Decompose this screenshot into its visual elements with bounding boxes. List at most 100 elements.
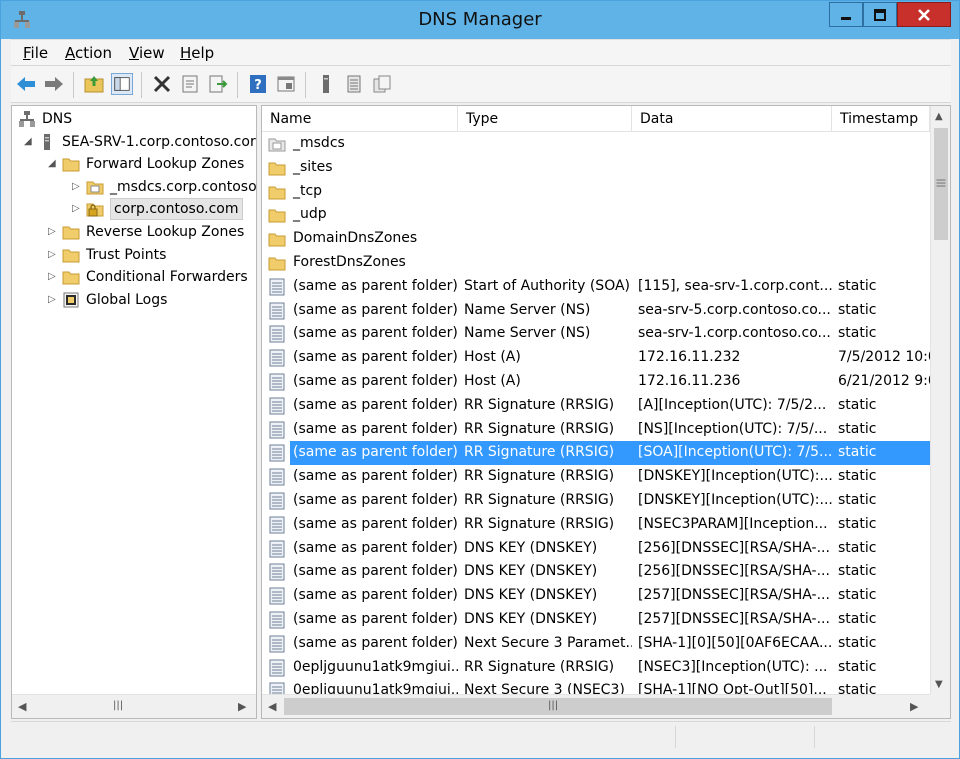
forward-icon[interactable] [43,73,65,95]
table-row[interactable]: DomainDnsZones [262,227,930,251]
tree-node-label[interactable]: DNS [42,108,72,130]
table-row[interactable]: (same as parent folder) DNS KEY (DNSKEY) [… [262,584,930,608]
list-hscrollbar[interactable]: ◀ ||| ▶ [262,694,930,718]
menu-action[interactable]: Action [65,44,112,62]
expand-arrow-icon[interactable]: ▷ [72,198,82,220]
copy-icon[interactable] [371,73,393,95]
cell-name: _udp [268,203,458,227]
menu-view[interactable]: View [129,44,165,62]
table-row[interactable]: (same as parent folder) RR Signature (RRS… [262,418,930,442]
console-tree[interactable]: DNS ◢ SEA-SRV-1.corp.contoso.cor ◢ Forward L… [11,105,257,719]
table-row[interactable]: _tcp [262,180,930,204]
tree-node[interactable]: ▷ Trust Points [12,244,256,266]
tree-node[interactable]: ▷ Conditional Forwarders [12,266,256,288]
tree-node-label[interactable]: corp.contoso.com [110,198,243,221]
column-data[interactable]: Data [632,106,832,132]
cell-name: (same as parent folder) [268,537,458,561]
menu-help[interactable]: Help [180,44,214,62]
scroll-down-icon[interactable]: ▼ [935,679,943,690]
tree-node[interactable]: ▷ Global Logs [12,289,256,311]
table-row[interactable]: _msdcs [262,132,930,156]
tree-node-label[interactable]: Global Logs [86,289,167,311]
column-type[interactable]: Type [458,106,632,132]
cell-type: RR Signature (RRSIG) [464,515,615,532]
table-row[interactable]: (same as parent folder) RR Signature (RRS… [262,441,930,466]
cell-name: _msdcs [268,132,458,156]
cell-data [632,203,832,227]
properties-icon[interactable] [179,73,201,95]
cell-data: [DNSKEY][Inception(UTC):... [638,468,832,485]
close-button[interactable] [897,2,951,27]
scroll-right-icon[interactable]: ▶ [238,700,246,713]
table-row[interactable]: (same as parent folder) RR Signature (RRS… [262,465,930,489]
menu-file[interactable]: File [23,44,48,62]
title-bar[interactable]: DNS Manager [1,1,959,39]
server-icon[interactable] [315,73,337,95]
list-icon[interactable] [343,73,365,95]
cell-timestamp [832,203,930,227]
back-icon[interactable] [15,73,37,95]
cell-timestamp: static [838,420,877,437]
minimize-button[interactable] [829,2,863,27]
table-row[interactable]: (same as parent folder) DNS KEY (DNSKEY) [… [262,608,930,632]
console-icon[interactable] [275,73,297,95]
table-row[interactable]: _sites [262,156,930,180]
tree-node[interactable]: DNS [12,108,256,130]
table-row[interactable]: (same as parent folder) DNS KEY (DNSKEY) [… [262,560,930,584]
table-row[interactable]: ForestDnsZones [262,251,930,275]
table-row[interactable]: (same as parent folder) RR Signature (RRS… [262,489,930,513]
cell-name: (same as parent folder) [268,394,458,418]
column-timestamp[interactable]: Timestamp [832,106,930,132]
table-row[interactable]: (same as parent folder) DNS KEY (DNSKEY) [… [262,537,930,561]
table-row[interactable]: (same as parent folder) Next Secure 3 Par… [262,632,930,656]
table-row[interactable]: (same as parent folder) Host (A) 172.16.11… [262,346,930,370]
table-row[interactable]: (same as parent folder) RR Signature (RRS… [262,394,930,418]
expand-arrow-icon[interactable]: ▷ [48,244,58,266]
list-vscrollbar[interactable]: ▲ ||| ▼ [930,106,950,694]
export-icon[interactable] [207,73,229,95]
help-icon[interactable]: ? [247,73,269,95]
scroll-left-icon[interactable]: ◀ [268,700,276,713]
cell-data [632,156,832,180]
table-row[interactable]: 0epljguunu1atk9mgiui... RR Signature (RRS… [262,656,930,680]
table-row[interactable]: (same as parent folder) Name Server (NS) s… [262,299,930,323]
cell-data: [NSEC3][Inception(UTC): ... [638,658,828,675]
record-icon [268,444,286,462]
tree-node-label[interactable]: Trust Points [86,244,166,266]
expand-arrow-icon[interactable]: ▷ [72,176,82,198]
scroll-left-icon[interactable]: ◀ [18,700,26,713]
table-row[interactable]: (same as parent folder) Start of Authorit… [262,275,930,299]
tree-node-label[interactable]: Conditional Forwarders [86,266,248,288]
cell-timestamp: static [838,277,877,294]
maximize-button[interactable] [863,2,897,27]
tree-node-label[interactable]: _msdcs.corp.contoso [110,176,257,198]
table-row[interactable]: (same as parent folder) Name Server (NS) s… [262,322,930,346]
expand-arrow-icon[interactable]: ▷ [48,289,58,311]
scroll-right-icon[interactable]: ▶ [910,700,918,713]
tree-node-label[interactable]: Forward Lookup Zones [86,153,244,175]
scroll-up-icon[interactable]: ▲ [935,111,943,122]
column-name[interactable]: Name [262,106,458,132]
cell-data: [SHA-1][0][50][0AF6ECAA... [638,634,832,651]
show-hide-tree-icon[interactable] [111,73,133,95]
table-row[interactable]: (same as parent folder) RR Signature (RRS… [262,513,930,537]
cell-data: [NS][Inception(UTC): 7/5/... [638,420,828,437]
table-row[interactable]: (same as parent folder) Host (A) 172.16.11… [262,370,930,394]
collapse-arrow-icon[interactable]: ◢ [24,131,34,153]
tree-node[interactable]: ▷ corp.contoso.com [12,198,256,221]
delete-icon[interactable] [151,73,173,95]
tree-hscrollbar[interactable]: ◀ ||| ▶ [12,694,256,718]
table-row[interactable]: _udp [262,203,930,227]
tree-node[interactable]: ◢ Forward Lookup Zones [12,153,256,175]
collapse-arrow-icon[interactable]: ◢ [48,153,58,175]
expand-arrow-icon[interactable]: ▷ [48,266,58,288]
up-folder-icon[interactable] [83,73,105,95]
tree-node-label[interactable]: SEA-SRV-1.corp.contoso.cor [62,131,256,153]
tree-node[interactable]: ▷ _msdcs.corp.contoso [12,176,257,198]
record-list[interactable]: Name Type Data Timestamp _msdcs _sites _tc… [261,105,951,719]
tree-node[interactable]: ▷ Reverse Lookup Zones [12,221,256,243]
tree-node-label[interactable]: Reverse Lookup Zones [86,221,244,243]
cell-name: (same as parent folder) [268,489,458,513]
expand-arrow-icon[interactable]: ▷ [48,221,58,243]
tree-node[interactable]: ◢ SEA-SRV-1.corp.contoso.cor [12,131,256,153]
